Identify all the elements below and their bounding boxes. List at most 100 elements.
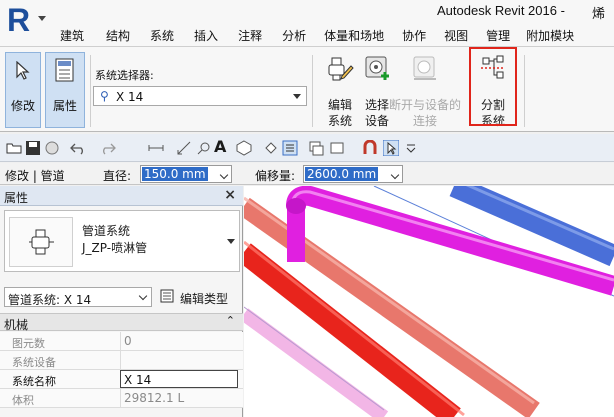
tab-systems[interactable]: 系统 (150, 26, 174, 46)
collapse-icon: ⌃ (225, 314, 235, 327)
options-bar: 修改 | 管道 直径: 150.0 mm 偏移量: 2600.0 mm (0, 163, 614, 185)
properties-panel: 属性 × 管道系统 J_ZP-喷淋管 管道系统: X 14 编辑类型 机械 ⌃ … (0, 186, 243, 417)
chevron-down-icon (138, 291, 148, 301)
property-row[interactable]: 图元数 0 (0, 332, 243, 351)
select-equipment-icon (365, 56, 389, 80)
disconnect-equipment-label-2: 连接 (412, 114, 437, 128)
magnet-icon[interactable] (362, 140, 378, 156)
application-menu-button[interactable]: R (3, 2, 51, 40)
properties-icon (55, 58, 74, 82)
3d-view-icon[interactable] (236, 140, 252, 156)
property-row[interactable]: 系统设备 (0, 351, 243, 370)
edit-type-label: 编辑类型 (180, 292, 229, 306)
pipe-model-render (244, 186, 614, 417)
modify-label: 修改 (10, 99, 35, 113)
mechanical-group-header[interactable]: 机械 ⌃ (0, 313, 243, 332)
system-selector-dropdown[interactable]: ⚲ X 14 (93, 86, 307, 106)
system-name-input[interactable]: X 14 (120, 370, 238, 388)
pipe-system-icon: ⚲ (100, 89, 109, 103)
properties-button[interactable]: 属性 (45, 52, 85, 128)
type-family-name: 管道系统 (82, 224, 131, 238)
select-cursor-icon[interactable] (383, 140, 399, 156)
tab-architecture[interactable]: 建筑 (60, 26, 84, 46)
measure-icon[interactable] (148, 140, 164, 156)
window-title: Autodesk Revit 2016 - (437, 3, 565, 18)
type-thumbnail (9, 217, 73, 267)
diameter-field[interactable]: 150.0 mm (140, 165, 232, 183)
tab-view[interactable]: 视图 (444, 26, 468, 46)
modify-button[interactable]: 修改 (5, 52, 41, 128)
system-selector-value: X 14 (116, 90, 144, 104)
sync-icon[interactable] (44, 140, 60, 156)
select-equipment-label-2: 设备 (364, 114, 389, 128)
ribbon-divider (312, 55, 313, 127)
title-bar: R Autodesk Revit 2016 - 烯 建筑 结构 系统 插入 注释… (0, 0, 614, 46)
chevron-down-icon (219, 170, 229, 180)
pipe-pink (244, 308, 389, 417)
context-label: 修改 | 管道 (5, 169, 65, 183)
select-equipment-button[interactable]: 选择 设备 (357, 52, 397, 130)
tag-icon[interactable] (196, 140, 212, 156)
dimension-icon[interactable] (176, 140, 192, 156)
property-row[interactable]: 体积 29812.1 L (0, 389, 243, 408)
offset-label: 偏移量: (255, 169, 296, 183)
open-icon[interactable] (6, 140, 22, 156)
tab-collaborate[interactable]: 协作 (402, 26, 426, 46)
window-title-file: 烯 (592, 7, 606, 22)
edit-type-button[interactable]: 编辑类型 (160, 287, 240, 307)
property-value: 0 (120, 332, 238, 350)
tab-manage[interactable]: 管理 (486, 26, 510, 46)
thin-lines-icon[interactable] (282, 140, 298, 156)
property-value: 29812.1 L (120, 389, 238, 407)
close-hidden-windows-icon[interactable] (308, 140, 324, 156)
undo-icon[interactable] (70, 140, 86, 156)
edit-system-icon (328, 57, 354, 81)
save-icon[interactable] (25, 140, 41, 156)
offset-field[interactable]: 2600.0 mm (303, 165, 403, 183)
property-key: 图元数 (12, 337, 45, 350)
tab-structure[interactable]: 结构 (106, 26, 130, 46)
pipe-system-type-icon (29, 229, 54, 255)
edit-type-icon (160, 289, 174, 303)
ribbon-divider (524, 55, 525, 127)
3d-view-canvas[interactable] (244, 186, 614, 417)
chevron-down-icon (390, 170, 400, 180)
instance-filter-dropdown[interactable]: 管道系统: X 14 (4, 287, 152, 307)
close-icon[interactable]: × (224, 187, 236, 203)
redo-icon[interactable] (100, 140, 116, 156)
type-name: J_ZP-喷淋管 (82, 241, 148, 255)
tab-insert[interactable]: 插入 (194, 26, 218, 46)
tab-add-ins[interactable]: 附加模块 (526, 26, 574, 46)
section-icon[interactable] (263, 140, 279, 156)
property-key: 体积 (12, 394, 34, 407)
chevron-down-icon (227, 239, 235, 244)
diameter-value: 150.0 mm (142, 167, 208, 181)
instance-filter-value: 管道系统: X 14 (8, 293, 92, 307)
type-selector[interactable]: 管道系统 J_ZP-喷淋管 (4, 210, 240, 272)
ribbon-tabs: 建筑 结构 系统 插入 注释 分析 体量和场地 协作 视图 管理 附加模块 (52, 26, 574, 46)
ribbon-divider (90, 55, 91, 127)
property-key: 系统名称 (12, 375, 56, 388)
properties-title: 属性 (4, 191, 29, 205)
properties-header: 属性 × (0, 186, 243, 206)
revit-logo-icon: R (7, 2, 31, 38)
system-selector-label: 系统选择器: (95, 69, 154, 82)
tab-annotate[interactable]: 注释 (238, 26, 262, 46)
property-key: 系统设备 (12, 356, 56, 369)
group-title: 机械 (4, 318, 29, 332)
quick-access-toolbar: A (0, 134, 614, 162)
switch-windows-icon[interactable] (330, 140, 346, 156)
tab-analyze[interactable]: 分析 (282, 26, 306, 46)
text-icon[interactable]: A (214, 137, 230, 156)
disconnect-equipment-icon (413, 56, 436, 80)
offset-value: 2600.0 mm (305, 167, 379, 181)
customize-toolbar-icon[interactable] (403, 140, 419, 156)
tab-massing-site[interactable]: 体量和场地 (324, 26, 384, 46)
chevron-down-icon (38, 16, 46, 21)
ribbon-panel: 修改 属性 系统选择器: ⚲ X 14 编辑 系统 选择 设备 断开与设备的 连… (0, 46, 614, 132)
cursor-arrow-icon (16, 61, 30, 80)
property-row[interactable]: 系统名称 X 14 (0, 370, 243, 389)
selection-highlight-box (469, 47, 517, 126)
disconnect-equipment-label-1: 断开与设备的 (389, 98, 462, 112)
disconnect-equipment-button[interactable]: 断开与设备的 连接 (389, 52, 461, 130)
